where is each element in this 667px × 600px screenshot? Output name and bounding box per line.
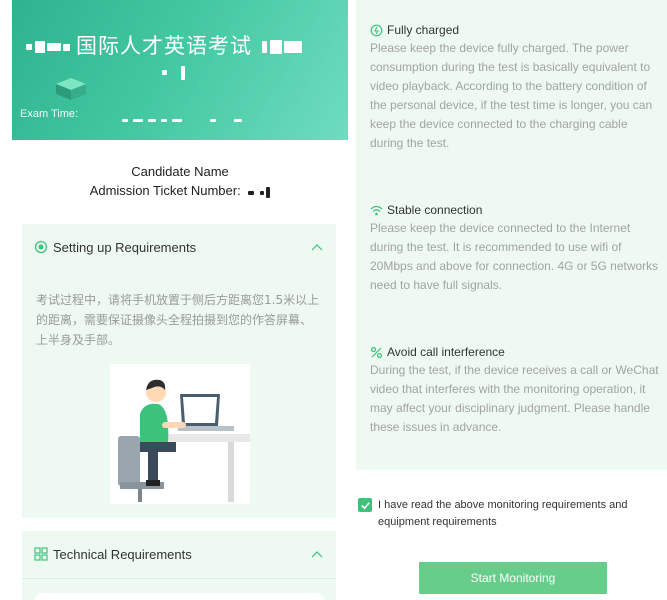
right-panel: Fully charged Please keep the device ful… bbox=[356, 0, 667, 600]
redacted-text bbox=[133, 119, 143, 123]
candidate-name: Candidate Name bbox=[131, 164, 229, 179]
divider bbox=[22, 578, 336, 579]
redacted-text bbox=[262, 41, 267, 54]
redacted-text bbox=[162, 70, 167, 76]
candidate-at-laptop-illustration bbox=[110, 364, 250, 504]
banner-title: 国际人才英语考试 bbox=[76, 35, 252, 58]
requirement-header: Stable connection bbox=[370, 201, 660, 219]
redacted-text bbox=[63, 43, 70, 51]
redacted-text bbox=[148, 119, 156, 123]
technical-requirements-header[interactable]: Technical Requirements bbox=[22, 531, 336, 577]
requirement-text: Please keep the device connected to the … bbox=[370, 221, 659, 292]
redacted-text bbox=[181, 65, 185, 80]
requirement-header: Fully charged bbox=[370, 21, 660, 39]
chevron-up-icon[interactable] bbox=[310, 242, 324, 252]
checkmark-icon bbox=[360, 501, 370, 509]
setup-requirements-header[interactable]: Setting up Requirements bbox=[22, 224, 336, 270]
redacted-text bbox=[270, 40, 282, 55]
technical-requirements-title: Technical Requirements bbox=[53, 546, 192, 562]
exam-banner: 国际人才英语考试 Exam Time: bbox=[12, 0, 348, 140]
redacted-text bbox=[266, 187, 271, 199]
setup-requirements-card: Setting up Requirements 考试过程中，请将手机放置于侧后方… bbox=[22, 224, 336, 518]
chevron-up-icon[interactable] bbox=[310, 549, 324, 559]
monitoring-setup-page: 国际人才英语考试 Exam Time: Candidate Name Admis… bbox=[0, 0, 667, 600]
requirement-text: Please keep the device fully charged. Th… bbox=[370, 41, 653, 150]
redacted-text bbox=[248, 190, 255, 195]
battery-charge-icon bbox=[370, 24, 383, 37]
agreement-checkbox[interactable] bbox=[358, 498, 372, 512]
requirement-avoid-call-interference: Avoid call interference During the test,… bbox=[370, 343, 660, 437]
redacted-text bbox=[260, 190, 265, 195]
requirement-title: Fully charged bbox=[387, 23, 460, 37]
redacted-text bbox=[210, 119, 216, 123]
redacted-text bbox=[35, 41, 45, 54]
cube-decoration-icon bbox=[56, 78, 86, 100]
percent-icon bbox=[370, 346, 383, 359]
banner-title-row: 国际人才英语考试 bbox=[26, 30, 302, 60]
agreement-row: I have read the above monitoring require… bbox=[358, 497, 667, 531]
technical-requirements-card: Technical Requirements bbox=[22, 531, 336, 600]
requirement-header: Avoid call interference bbox=[370, 343, 660, 361]
agreement-text: I have read the above monitoring require… bbox=[378, 499, 628, 528]
wifi-icon bbox=[370, 204, 383, 217]
start-monitoring-button[interactable]: Start Monitoring bbox=[419, 562, 607, 594]
requirement-stable-connection: Stable connection Please keep the device… bbox=[370, 201, 660, 295]
redacted-text bbox=[284, 41, 302, 54]
redacted-subtitle bbox=[162, 64, 185, 82]
ticket-row: Admission Ticket Number: bbox=[12, 181, 348, 201]
candidate-info: Candidate Name Admission Ticket Number: bbox=[12, 162, 348, 201]
redacted-text bbox=[161, 119, 167, 123]
technical-requirements-details: Fully charged Please keep the device ful… bbox=[356, 0, 667, 470]
exam-time-label: Exam Time: bbox=[20, 108, 79, 120]
redacted-text bbox=[122, 119, 128, 123]
redacted-exam-time bbox=[122, 112, 242, 130]
redacted-text bbox=[172, 119, 182, 123]
scroll-content-edge bbox=[34, 593, 324, 600]
redacted-text bbox=[234, 119, 242, 123]
requirement-text: During the test, if the device receives … bbox=[370, 363, 659, 434]
requirement-fully-charged: Fully charged Please keep the device ful… bbox=[370, 21, 660, 153]
target-icon bbox=[34, 240, 48, 254]
ticket-label: Admission Ticket Number: bbox=[89, 183, 241, 198]
requirement-title: Avoid call interference bbox=[387, 345, 505, 359]
redacted-text bbox=[47, 43, 61, 52]
requirement-title: Stable connection bbox=[387, 203, 483, 217]
redacted-ticket-number bbox=[244, 182, 271, 201]
redacted-text bbox=[26, 44, 32, 51]
network-icon bbox=[34, 547, 48, 561]
setup-requirements-title: Setting up Requirements bbox=[53, 239, 197, 255]
setup-requirements-text: 考试过程中，请将手机放置于侧后方距离您1.5米以上的距离，需要保证摄像头全程拍摄… bbox=[36, 293, 320, 347]
left-panel: 国际人才英语考试 Exam Time: Candidate Name Admis… bbox=[12, 0, 348, 600]
